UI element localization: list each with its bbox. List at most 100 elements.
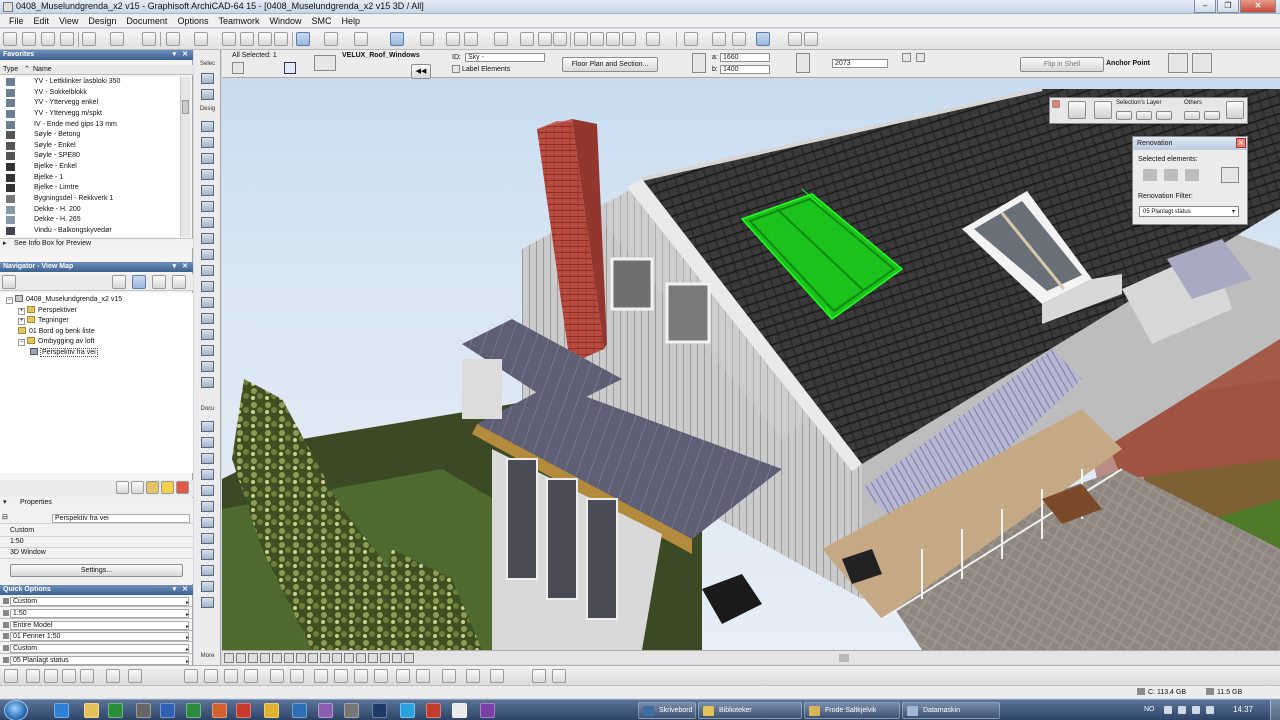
menu-help[interactable]: Help — [337, 16, 366, 26]
tree-expand-toggle[interactable]: − — [6, 297, 13, 304]
elevation-field[interactable]: 2073 — [832, 59, 888, 68]
view-distance-icon[interactable] — [392, 653, 402, 663]
new-status-icon[interactable] — [1185, 169, 1199, 181]
favorite-item[interactable]: Bjelke - Enkel — [0, 162, 180, 173]
favorites-scrollbar[interactable] — [180, 77, 190, 237]
favorite-item[interactable]: Søyle - Enkel — [0, 141, 180, 152]
favorite-item[interactable]: Dekke - H. 265 — [0, 215, 180, 226]
quick-option-value[interactable]: 05 Planlagt status — [10, 656, 189, 665]
skype-icon[interactable] — [400, 703, 415, 718]
explore-icon[interactable] — [308, 653, 318, 663]
level-dim-tool-icon[interactable] — [200, 436, 215, 449]
mirror-checkbox[interactable] — [902, 53, 911, 62]
trace-reference-icon[interactable] — [374, 669, 388, 683]
close-icon[interactable]: ✕ — [1240, 0, 1276, 13]
wall-tool-icon[interactable] — [200, 120, 215, 133]
language-indicator[interactable]: NO — [1144, 706, 1155, 713]
orbit-icon[interactable] — [296, 653, 306, 663]
selection-method-icon[interactable] — [284, 62, 296, 74]
elevation-marker-icon[interactable] — [396, 669, 410, 683]
mesh-tool-icon[interactable] — [200, 312, 215, 325]
label-tool-icon[interactable] — [200, 468, 215, 481]
new-file-icon[interactable] — [3, 32, 17, 46]
taskbar-frode[interactable]: Frode Saltkjelvik — [804, 702, 900, 719]
orientation-checkbox[interactable] — [916, 53, 925, 62]
roof-tool-icon[interactable] — [200, 216, 215, 229]
acrobat-icon[interactable] — [236, 703, 251, 718]
solid-ops-icon[interactable] — [646, 32, 660, 46]
info-icon[interactable] — [4, 669, 18, 683]
favorite-item[interactable]: YV - Lettklinker lasbloki 350 — [0, 77, 180, 88]
quick-option-row[interactable]: Custom ▸ — [0, 643, 193, 655]
window-tool-icon[interactable] — [200, 152, 215, 165]
renovation-icon[interactable] — [334, 669, 348, 683]
anchor-point-icon[interactable] — [1168, 53, 1188, 73]
favorite-item[interactable]: Dekke - H. 200 — [0, 205, 180, 216]
rotate-view-icon[interactable] — [332, 653, 342, 663]
3d-model-render[interactable] — [222, 79, 1280, 650]
favorite-item[interactable]: IV - Ende med gips 13 mm — [0, 120, 180, 131]
cut-icon[interactable] — [240, 32, 254, 46]
panel-collapse-icon[interactable]: ▾ ✕ — [173, 585, 190, 595]
explorer-icon[interactable] — [84, 703, 99, 718]
word-icon[interactable] — [160, 703, 175, 718]
shell-tool-icon[interactable] — [200, 232, 215, 245]
others-lock-icon[interactable] — [1204, 111, 1220, 120]
quick-option-row[interactable]: Entire Model ▸ — [0, 620, 193, 631]
navigator-menu-icon[interactable] — [2, 275, 16, 289]
fill-tool-icon[interactable] — [200, 484, 215, 497]
beam-tool-icon[interactable] — [200, 184, 215, 197]
dim-a-field[interactable]: 1660 — [720, 53, 770, 62]
renovation-settings-icon[interactable] — [1221, 167, 1239, 183]
favorite-item[interactable]: Søyle - SPE80 — [0, 151, 180, 162]
layer-lock-icon[interactable] — [1136, 111, 1152, 120]
reset-view-icon[interactable] — [368, 653, 378, 663]
lamp-tool-icon[interactable] — [200, 376, 215, 389]
publisher-icon[interactable] — [62, 669, 76, 683]
skylight-tool-icon[interactable] — [200, 248, 215, 261]
photoshop-icon[interactable] — [372, 703, 387, 718]
layout-icon[interactable] — [106, 669, 120, 683]
tree-item[interactable]: Perspektiv fra vei — [30, 347, 98, 357]
minimize-icon[interactable]: ‒ — [1194, 0, 1216, 13]
teamwork-icon[interactable] — [82, 32, 96, 46]
renovation-palette-icon[interactable] — [756, 32, 770, 46]
favorite-item[interactable]: YV - Sokkelblokk — [0, 88, 180, 99]
3d-document-icon[interactable] — [128, 669, 142, 683]
arrange-icon[interactable] — [520, 32, 534, 46]
menu-edit[interactable]: Edit — [29, 16, 55, 26]
print-setup-icon[interactable] — [80, 669, 94, 683]
layer-settings-icon[interactable] — [166, 32, 180, 46]
text-tool-icon[interactable] — [200, 452, 215, 465]
column-tool-icon[interactable] — [200, 168, 215, 181]
others-hide-icon[interactable] — [1184, 111, 1200, 120]
section-marker-icon[interactable] — [416, 669, 430, 683]
ie-icon[interactable] — [54, 703, 69, 718]
quick-option-value[interactable]: Custom — [10, 644, 189, 654]
save-view-icon[interactable] — [161, 481, 174, 494]
clock[interactable]: 14:37 — [1233, 705, 1253, 714]
quick-option-value[interactable]: 1:50 — [10, 608, 189, 618]
favorite-item[interactable]: Bygningsdel - Rekkverk 1 — [0, 194, 180, 205]
panel-collapse-icon[interactable]: ▾ ✕ — [173, 50, 190, 60]
favorite-item[interactable]: Bjelke - Limtre — [0, 183, 180, 194]
next-zoom-icon[interactable] — [272, 653, 282, 663]
menu-window[interactable]: Window — [264, 16, 306, 26]
excel-icon[interactable] — [186, 703, 201, 718]
quick-option-value[interactable]: Entire Model — [10, 620, 189, 630]
chrome-icon[interactable] — [264, 703, 279, 718]
model-view-icon[interactable] — [222, 32, 236, 46]
column-name[interactable]: Name — [33, 65, 52, 74]
favorites-preview-toggle[interactable]: ▸ See Info Box for Preview — [0, 238, 193, 248]
intersect-icon[interactable] — [622, 32, 636, 46]
tree-expand-toggle[interactable]: + — [18, 318, 25, 325]
dimension-tool-icon[interactable] — [200, 420, 215, 433]
taskbar-biblioteker[interactable]: Biblioteker — [698, 702, 802, 719]
notepad-icon[interactable] — [452, 703, 467, 718]
tray-arrow-icon[interactable] — [1164, 706, 1172, 714]
copy-format-icon[interactable] — [446, 32, 460, 46]
paint-icon[interactable] — [318, 703, 333, 718]
demolish-status-icon[interactable] — [1164, 169, 1178, 181]
find-select-icon[interactable] — [142, 32, 156, 46]
view-name-field[interactable]: Perspektiv fra vei — [52, 514, 190, 523]
